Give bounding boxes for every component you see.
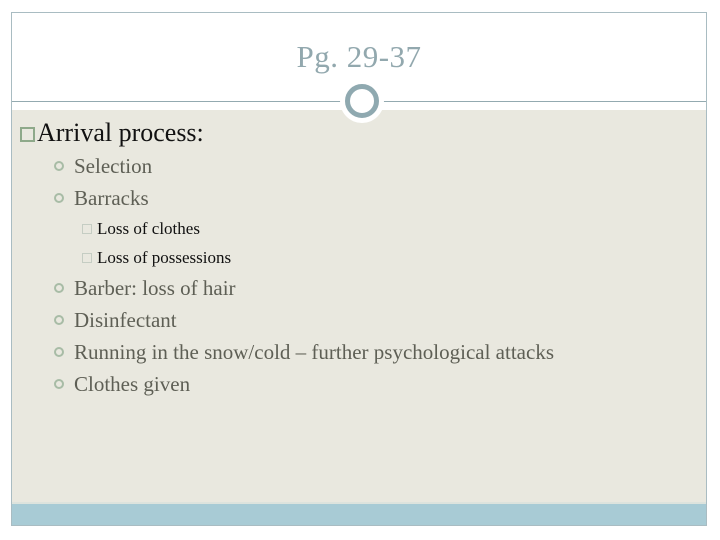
circle-bullet-icon [54, 193, 64, 203]
list-item-text: Running in the snow/cold – further psych… [74, 339, 554, 364]
circle-bullet-icon [54, 347, 64, 357]
list-item-text: Barber: loss of hair [74, 275, 236, 300]
square-bullet-icon [82, 223, 92, 234]
list-item-text: Selection [74, 153, 153, 178]
circle-bullet-icon [54, 161, 64, 171]
square-bullet-icon [82, 252, 92, 263]
circle-bullet-icon [54, 315, 64, 325]
list-item-text: Loss of clothes [97, 218, 200, 238]
list-item: Running in the snow/cold – further psych… [54, 336, 554, 368]
slide-title: Pg. 29-37 [296, 39, 422, 74]
sub-list-item: Loss of possessions [82, 243, 554, 272]
list-item-text: Barracks [74, 185, 149, 210]
list-item-text: Clothes given [74, 371, 191, 396]
list-item-text: Disinfectant [74, 307, 177, 332]
footer-band [12, 502, 706, 525]
list-item: Barber: loss of hair [54, 272, 554, 304]
circle-ornament-icon [345, 84, 379, 118]
list-item-text: Loss of possessions [97, 247, 232, 267]
list-item: Clothes given [54, 368, 554, 400]
sub-list-item: Loss of clothes [82, 214, 554, 243]
bullet-list: Arrival process: Selection Barracks Loss… [20, 116, 554, 400]
circle-bullet-icon [54, 283, 64, 293]
list-item: Barracks [54, 182, 554, 214]
list-item: Disinfectant [54, 304, 554, 336]
heading-text: Arrival process: [37, 118, 204, 147]
heading-bullet: Arrival process: [20, 116, 554, 150]
list-item: Selection [54, 150, 554, 182]
square-bullet-icon [20, 126, 35, 142]
circle-bullet-icon [54, 379, 64, 389]
